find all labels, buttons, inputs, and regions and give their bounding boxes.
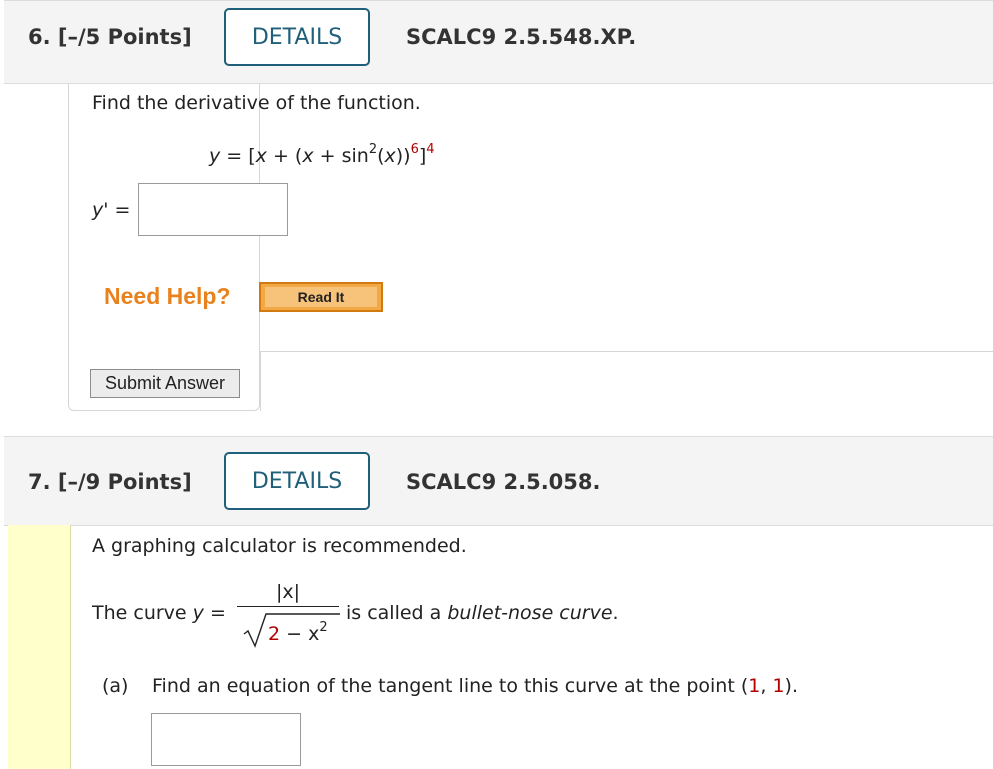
submit-answer-button[interactable]: Submit Answer: [90, 369, 240, 398]
q7-prompt: A graphing calculator is recommended.: [92, 535, 467, 557]
question-7-sidebar: [8, 525, 71, 769]
yprime-answer-input[interactable]: [138, 183, 288, 236]
q6-prompt: Find the derivative of the function.: [92, 92, 421, 114]
part-a-answer-input[interactable]: [151, 713, 301, 766]
q7-curve-rhs: is called a bullet-nose curve.: [346, 602, 619, 624]
divider: [260, 351, 993, 352]
part-a-prompt: Find an equation of the tangent line to …: [152, 675, 798, 697]
q6-answer-panel: [68, 83, 260, 411]
part-a-label: (a): [102, 675, 129, 697]
question-6-points: 6. [–/5 Points]: [28, 25, 192, 49]
q7-details-button[interactable]: DETAILS: [224, 452, 370, 510]
read-it-button[interactable]: Read It: [259, 282, 383, 312]
question-6-header: 6. [–/5 Points] DETAILS SCALC9 2.5.548.X…: [4, 0, 993, 84]
yprime-label: y' =: [92, 199, 131, 221]
divider: [260, 351, 261, 411]
fraction-denominator: 2 − x2: [268, 620, 328, 645]
fraction-bar: [237, 606, 339, 607]
q7-curve-lhs: The curve y =: [92, 602, 226, 624]
question-6-id: SCALC9 2.5.548.XP.: [406, 25, 637, 49]
q6-equation: y = [x + (x + sin2(x))6]4: [209, 142, 435, 167]
q6-details-button[interactable]: DETAILS: [224, 8, 370, 66]
read-it-label: Read It: [265, 287, 377, 307]
fraction-numerator: |x|: [276, 581, 301, 603]
question-7-header: 7. [–/9 Points] DETAILS SCALC9 2.5.058.: [4, 436, 993, 526]
question-7-id: SCALC9 2.5.058.: [406, 470, 601, 494]
question-7-points: 7. [–/9 Points]: [28, 470, 192, 494]
need-help-label: Need Help?: [104, 283, 231, 309]
